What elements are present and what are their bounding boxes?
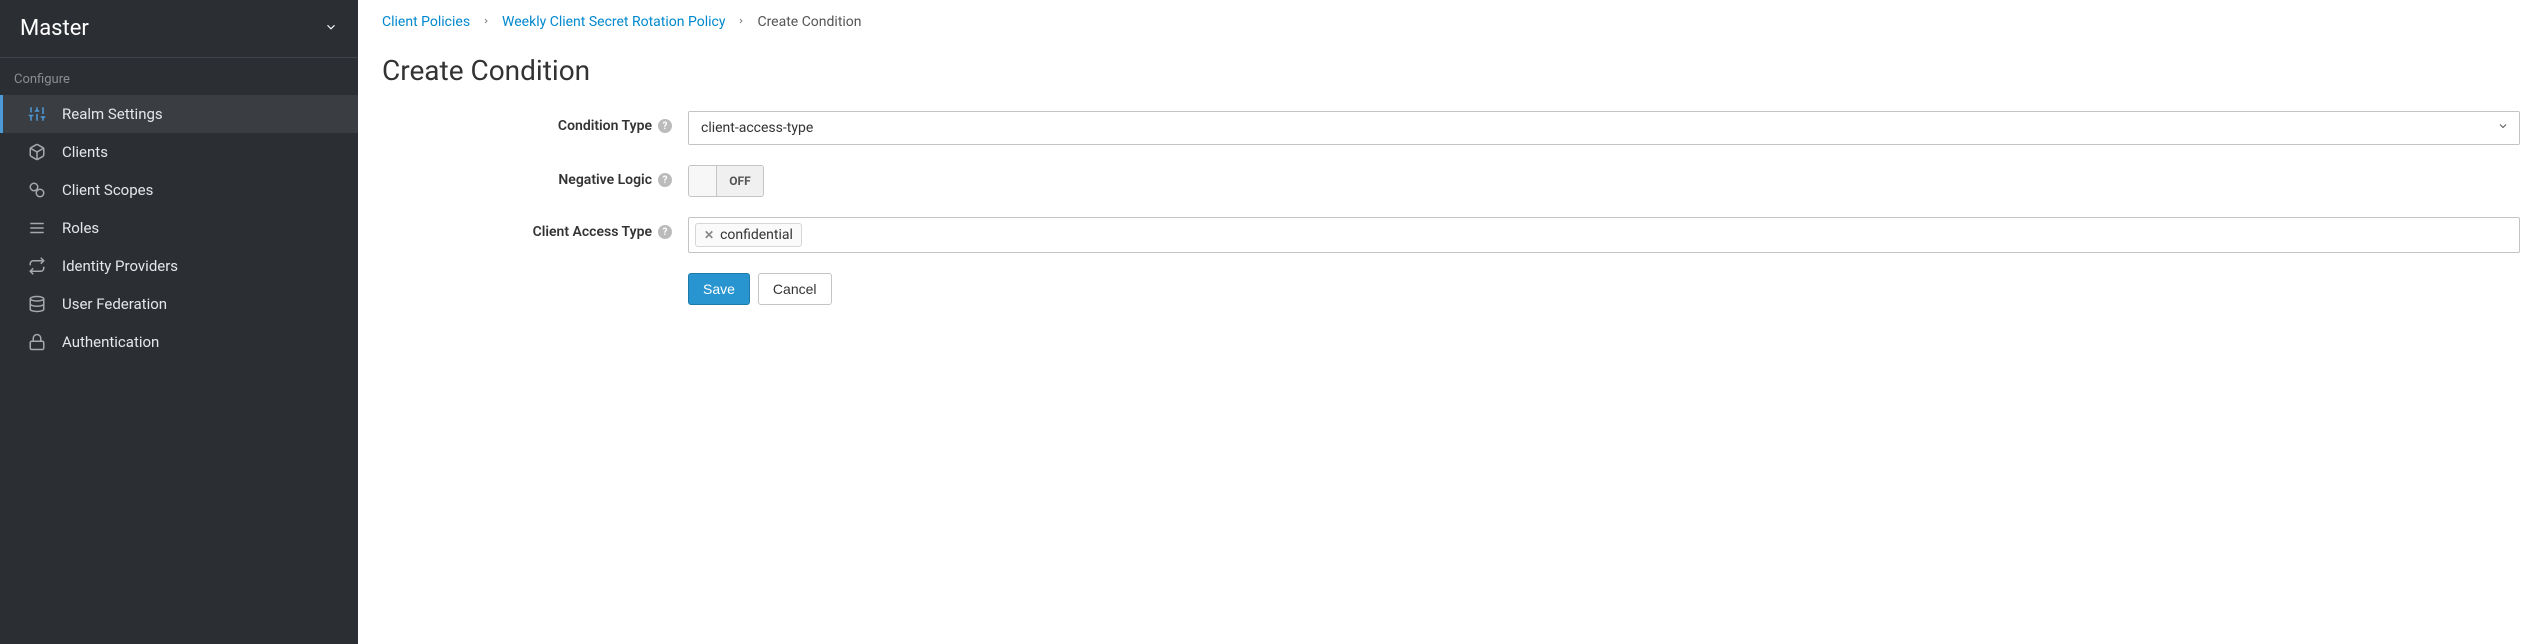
- realm-selector[interactable]: Master: [0, 0, 358, 58]
- chevron-down-icon: [324, 20, 338, 38]
- list-icon: [28, 219, 46, 237]
- sliders-icon: [28, 105, 46, 123]
- sidebar-item-clients[interactable]: Clients: [0, 133, 358, 171]
- negative-logic-toggle[interactable]: OFF: [688, 165, 764, 197]
- sidebar-item-label: User Federation: [62, 295, 167, 313]
- toggle-handle: [689, 166, 717, 196]
- sidebar-item-label: Authentication: [62, 333, 159, 351]
- client-access-type-input[interactable]: ✕ confidential: [688, 217, 2520, 253]
- sidebar-item-label: Clients: [62, 143, 108, 161]
- sidebar: Master Configure Realm Settings Clients Cl…: [0, 0, 358, 644]
- sidebar-item-identity-providers[interactable]: Identity Providers: [0, 247, 358, 285]
- toggle-off-label: OFF: [717, 166, 763, 196]
- condition-type-select[interactable]: client-access-type: [688, 111, 2520, 145]
- sidebar-item-realm-settings[interactable]: Realm Settings: [0, 95, 358, 133]
- cube-icon: [28, 143, 46, 161]
- sidebar-item-label: Identity Providers: [62, 257, 178, 275]
- chevron-right-icon: [737, 14, 745, 30]
- sidebar-item-label: Realm Settings: [62, 105, 163, 123]
- form-row-negative-logic: Negative Logic ? OFF: [382, 165, 2520, 197]
- close-icon[interactable]: ✕: [704, 228, 714, 242]
- label-condition-type: Condition Type ?: [382, 111, 688, 134]
- main-content: Client Policies Weekly Client Secret Rota…: [358, 0, 2544, 644]
- breadcrumb-item[interactable]: Client Policies: [382, 14, 470, 30]
- sidebar-item-authentication[interactable]: Authentication: [0, 323, 358, 361]
- save-button[interactable]: Save: [688, 273, 750, 305]
- breadcrumb: Client Policies Weekly Client Secret Rota…: [382, 10, 2520, 44]
- sidebar-nav: Realm Settings Clients Client Scopes Roles I…: [0, 95, 358, 361]
- database-icon: [28, 295, 46, 313]
- label-negative-logic: Negative Logic ?: [382, 165, 688, 188]
- sidebar-item-user-federation[interactable]: User Federation: [0, 285, 358, 323]
- form-row-actions: Save Cancel: [382, 273, 2520, 305]
- help-icon[interactable]: ?: [658, 173, 672, 187]
- help-icon[interactable]: ?: [658, 119, 672, 133]
- chevron-right-icon: [482, 14, 490, 30]
- tag-label: confidential: [720, 227, 793, 243]
- help-icon[interactable]: ?: [658, 225, 672, 239]
- realm-name: Master: [20, 16, 89, 41]
- scopes-icon: [28, 181, 46, 199]
- swap-icon: [28, 257, 46, 275]
- sidebar-section-title: Configure: [0, 58, 358, 95]
- lock-icon: [28, 333, 46, 351]
- cancel-button[interactable]: Cancel: [758, 273, 832, 305]
- form-row-client-access-type: Client Access Type ? ✕ confidential: [382, 217, 2520, 253]
- breadcrumb-item: Create Condition: [757, 14, 861, 30]
- sidebar-item-roles[interactable]: Roles: [0, 209, 358, 247]
- sidebar-item-label: Client Scopes: [62, 181, 153, 199]
- breadcrumb-item[interactable]: Weekly Client Secret Rotation Policy: [502, 14, 725, 30]
- sidebar-item-client-scopes[interactable]: Client Scopes: [0, 171, 358, 209]
- form-row-condition-type: Condition Type ? client-access-type: [382, 111, 2520, 145]
- label-client-access-type: Client Access Type ?: [382, 217, 688, 240]
- sidebar-item-label: Roles: [62, 219, 99, 237]
- chevron-down-icon: [2497, 120, 2509, 136]
- tag: ✕ confidential: [695, 223, 802, 247]
- page-title: Create Condition: [382, 54, 2520, 87]
